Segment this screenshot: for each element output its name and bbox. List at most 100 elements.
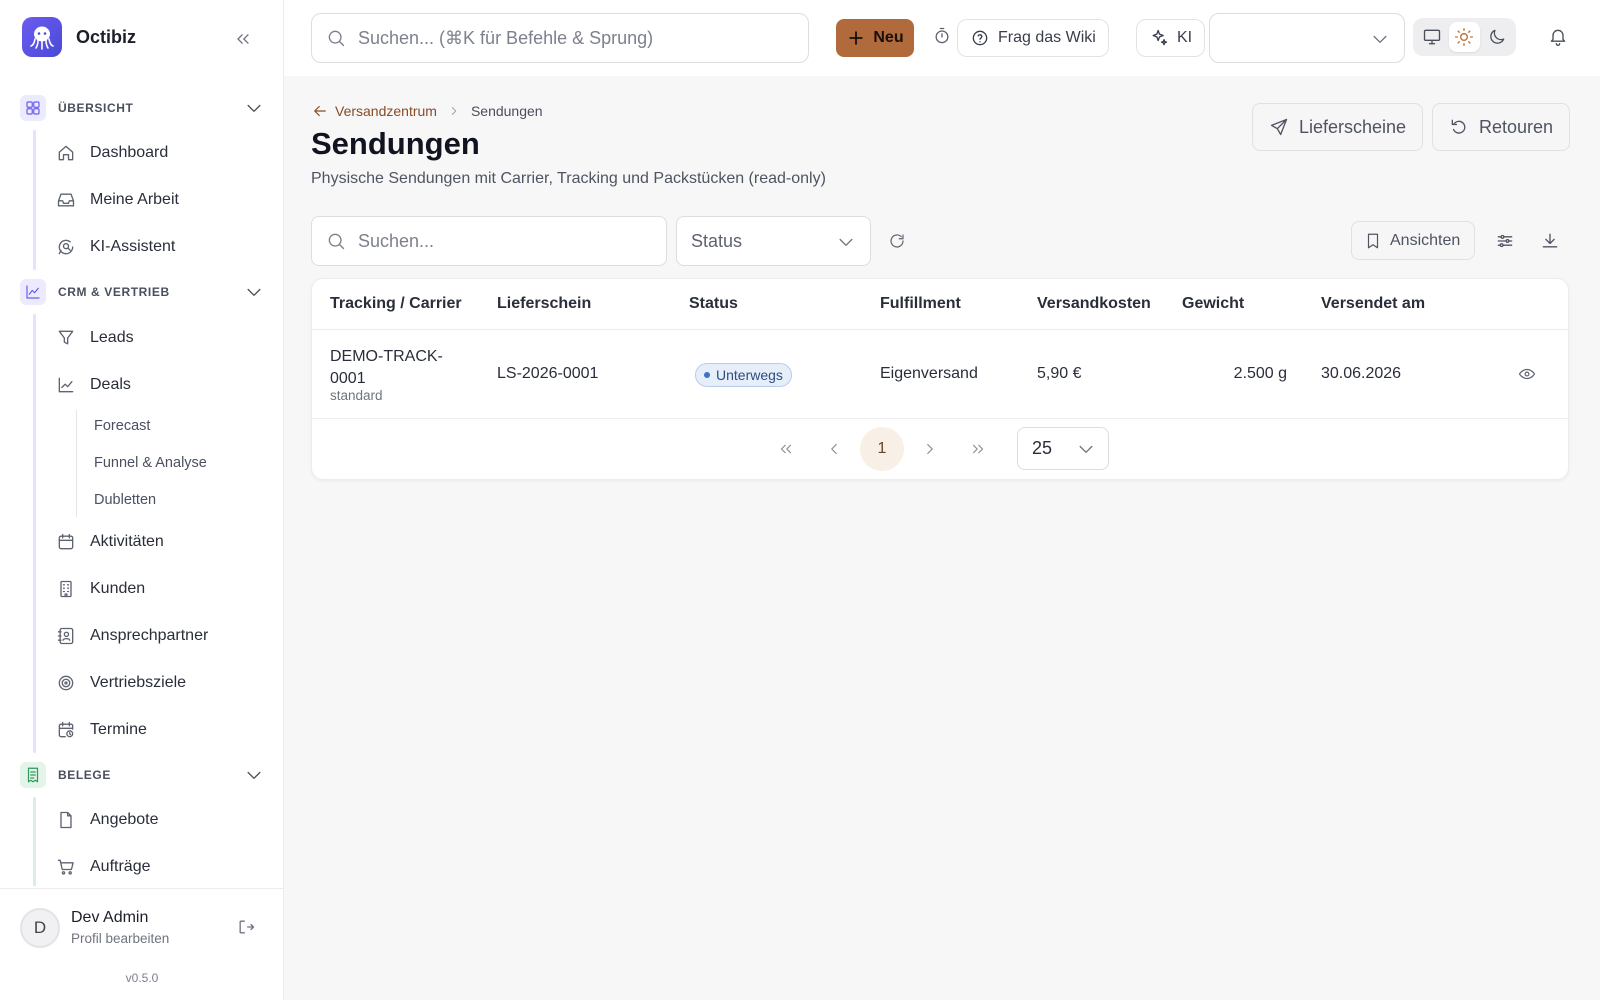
sparkles-icon [1152,29,1168,46]
table-header: Tracking / Carrier Lieferschein Status F… [312,279,1568,330]
status-filter-placeholder: Status [691,230,743,251]
saved-views-label: Ansichten [1390,231,1461,249]
sidebar-item-appointments[interactable]: Termine [34,706,284,753]
chat-search-icon [58,239,74,255]
ai-button[interactable]: KI [1136,19,1206,57]
plus-icon [849,31,864,45]
edit-profile-link[interactable]: Profil bearbeiten [71,931,169,946]
first-page-button[interactable] [764,427,808,471]
cart-icon [57,859,74,875]
delivery-notes-button[interactable]: Lieferscheine [1252,103,1424,151]
previous-page-button[interactable] [812,427,856,471]
nav-section-documents: BELEGE Angebote Aufträge [0,753,284,886]
sidebar-item-label: Ansprechpartner [90,626,209,644]
app-name: Octibiz [76,26,137,47]
sidebar-item-leads[interactable]: Leads [34,314,284,361]
column-header[interactable]: Tracking / Carrier [330,295,462,313]
sidebar-item-quotes[interactable]: Angebote [34,797,284,844]
avatar[interactable]: D [20,908,60,948]
page-size-select[interactable]: 25 [1017,427,1109,470]
table-search-input[interactable] [358,230,648,252]
column-header[interactable]: Versandkosten [1037,295,1151,313]
theme-dark-button[interactable] [1482,22,1512,52]
brand[interactable]: Octibiz [22,17,136,57]
sidebar-item-ai-assistant[interactable]: KI-Assistent [34,224,284,271]
page-button-current[interactable]: 1 [860,427,904,471]
file-icon [60,812,72,829]
chevrons-right-icon [972,444,984,454]
sidebar-subitem-forecast[interactable]: Forecast [76,408,284,445]
sidebar-item-label: Dashboard [90,144,169,162]
sliders-icon [1497,234,1513,248]
timer-button[interactable] [932,26,952,46]
global-search[interactable] [311,13,809,63]
last-page-button[interactable] [956,427,1000,471]
filter-icon [58,330,74,345]
column-header[interactable]: Status [689,295,738,313]
returns-button[interactable]: Retouren [1432,103,1571,151]
sidebar-item-label: Vertriebsziele [90,673,187,691]
nav-section-header-crm[interactable]: CRM & VERTRIEB [0,270,284,314]
chevron-down-icon [1079,445,1093,453]
rotate-ccw-icon [1451,119,1466,134]
chevron-right-icon [451,107,457,115]
refresh-icon [890,234,904,248]
theme-light-button[interactable] [1449,22,1480,52]
send-icon [1270,118,1288,136]
nav-section-header-overview[interactable]: ÜBERSICHT [0,86,284,130]
sidebar-nav: ÜBERSICHT Dashboard Meine Arbeit KI-Assi… [0,86,284,886]
refresh-button[interactable] [888,232,906,250]
receipt-icon [20,761,46,788]
sidebar-item-deals[interactable]: Deals [34,361,284,408]
shipments-table: Tracking / Carrier Lieferschein Status F… [311,278,1569,480]
logout-button[interactable] [236,917,256,937]
sidebar-item-my-work[interactable]: Meine Arbeit [34,177,284,224]
column-header[interactable]: Fulfillment [880,295,961,313]
table-search[interactable] [311,216,667,266]
returns-label: Retouren [1479,116,1554,137]
monitor-icon [1423,29,1441,45]
chevrons-left-icon [237,34,249,44]
ask-wiki-button[interactable]: Frag das Wiki [957,19,1109,57]
chevron-down-icon [247,104,261,112]
column-header[interactable]: Gewicht [1182,295,1244,313]
breadcrumb-parent-link[interactable]: Versandzentrum [311,102,437,120]
sidebar-item-label: Leads [90,328,134,346]
topbar: Neu Frag das Wiki KI [284,0,1600,76]
theme-system-button[interactable] [1417,22,1447,52]
sidebar-subitem-duplicates[interactable]: Dubletten [76,482,284,519]
tenant-select[interactable] [1209,13,1405,63]
export-button[interactable] [1540,231,1560,251]
table-row[interactable]: DEMO-TRACK- 0001 standard LS-2026-0001 U… [312,330,1568,419]
app-version: v0.5.0 [125,971,159,985]
bookmark-icon [1367,233,1379,248]
sidebar-item-customers[interactable]: Kunden [34,566,284,613]
sun-icon [1455,28,1474,46]
sidebar-item-activities[interactable]: Aktivitäten [34,519,284,566]
sidebar-subitem-funnel[interactable]: Funnel & Analyse [76,445,284,482]
sidebar-item-sales-goals[interactable]: Vertriebsziele [34,659,284,706]
column-header[interactable]: Lieferschein [497,295,591,313]
pagination: 1 25 [312,419,1568,481]
sidebar-item-dashboard[interactable]: Dashboard [34,130,284,177]
saved-views-button[interactable]: Ansichten [1351,221,1475,260]
theme-switcher [1413,18,1516,56]
sidebar-item-contacts[interactable]: Ansprechpartner [34,613,284,660]
grid-icon [20,95,46,121]
collapse-sidebar-button[interactable] [230,26,256,52]
column-header[interactable]: Versendet am [1321,295,1425,313]
sidebar-item-orders[interactable]: Aufträge [34,844,284,886]
fulfillment-value: Eigenversand [880,365,978,382]
new-button[interactable]: Neu [836,19,914,57]
notifications-button[interactable] [1548,27,1568,47]
column-settings-button[interactable] [1495,231,1515,251]
tracking-number-line2: 0001 [330,370,366,387]
nav-section-header-documents[interactable]: BELEGE [0,753,284,797]
status-filter-select[interactable]: Status [676,216,871,266]
chart-icon [20,279,46,306]
view-shipment-button[interactable] [1518,365,1536,383]
global-search-input[interactable] [358,27,778,49]
chevron-down-icon [1373,35,1387,43]
next-page-button[interactable] [908,427,952,471]
sidebar-item-label: Meine Arbeit [90,191,179,209]
